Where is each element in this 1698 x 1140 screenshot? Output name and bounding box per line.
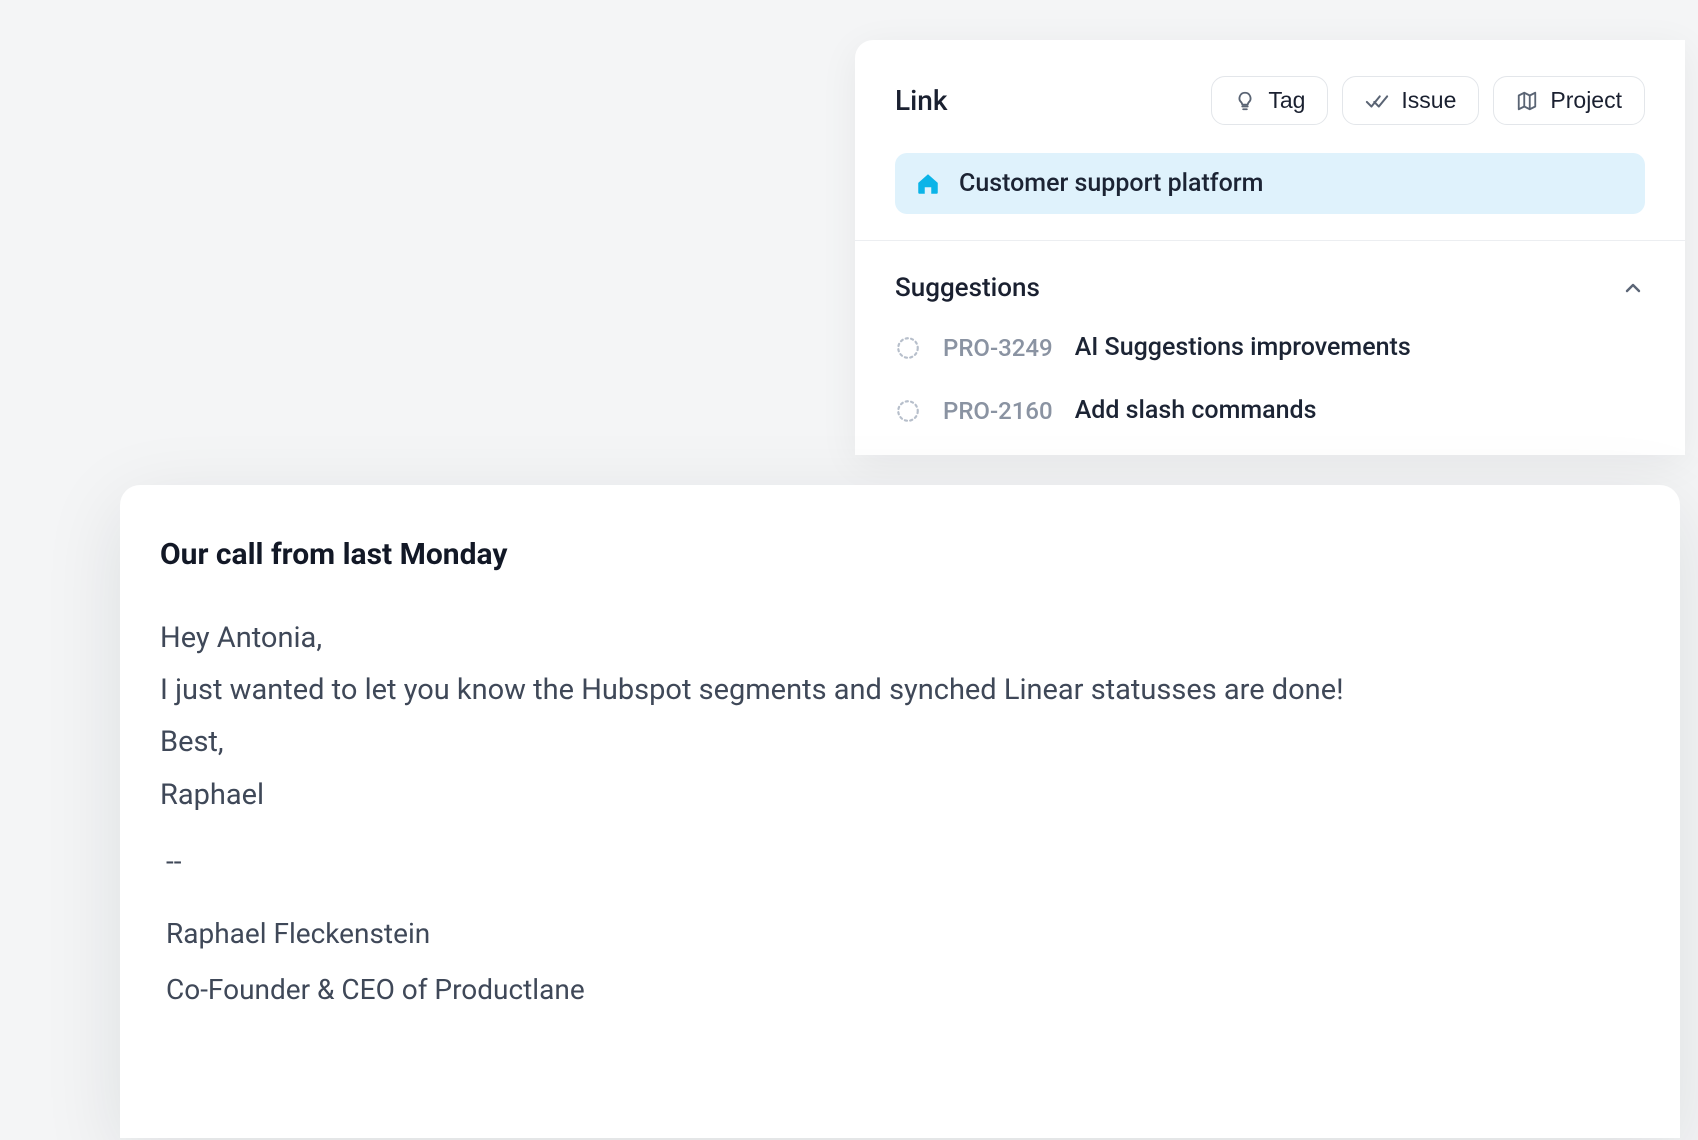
suggestion-title: Add slash commands [1075,396,1317,425]
email-subject: Our call from last Monday [160,537,1640,572]
map-icon [1516,90,1538,112]
signature-separator: -- [160,845,1640,878]
project-button[interactable]: Project [1493,76,1645,125]
suggestion-title: AI Suggestions improvements [1075,333,1411,362]
house-icon [915,171,941,197]
email-body: Hey Antonia, I just wanted to let you kn… [160,612,1640,821]
link-panel-buttons: Tag Issue Project [1211,76,1645,125]
suggestions-header[interactable]: Suggestions [895,267,1645,333]
email-signature: Raphael Fleckenstein Co-Founder & CEO of… [160,906,1640,1018]
suggestion-item[interactable]: PRO-3249 AI Suggestions improvements [895,333,1645,362]
issue-button-label: Issue [1401,89,1456,112]
link-panel: Link Tag Issue [855,40,1685,455]
suggestion-id: PRO-2160 [943,397,1053,425]
chevron-up-icon [1621,276,1645,300]
suggestions-title: Suggestions [895,273,1040,303]
signature-name: Raphael Fleckenstein [166,906,1640,962]
double-check-icon [1365,90,1389,112]
linked-item-label: Customer support platform [959,169,1263,198]
email-line: I just wanted to let you know the Hubspo… [160,664,1640,716]
suggestions-list: PRO-3249 AI Suggestions improvements PRO… [895,333,1645,455]
suggestion-item[interactable]: PRO-2160 Add slash commands [895,396,1645,425]
project-button-label: Project [1550,89,1622,112]
linked-items-row: Customer support platform [855,153,1685,240]
signature-title: Co-Founder & CEO of Productlane [166,962,1640,1018]
link-panel-title: Link [895,84,947,117]
tag-button[interactable]: Tag [1211,76,1328,125]
email-line: Raphael [160,769,1640,821]
email-card: Our call from last Monday Hey Antonia, I… [120,485,1680,1138]
email-line: Hey Antonia, [160,612,1640,664]
lightbulb-icon [1234,90,1256,112]
email-line: Best, [160,716,1640,768]
suggestions-section: Suggestions PRO-3249 AI Suggestions impr… [855,241,1685,455]
issue-button[interactable]: Issue [1342,76,1479,125]
tag-button-label: Tag [1268,89,1305,112]
linked-item-chip[interactable]: Customer support platform [895,153,1645,214]
suggestion-id: PRO-3249 [943,334,1053,362]
link-panel-header: Link Tag Issue [855,40,1685,153]
status-dotted-icon [895,398,921,424]
status-dotted-icon [895,335,921,361]
